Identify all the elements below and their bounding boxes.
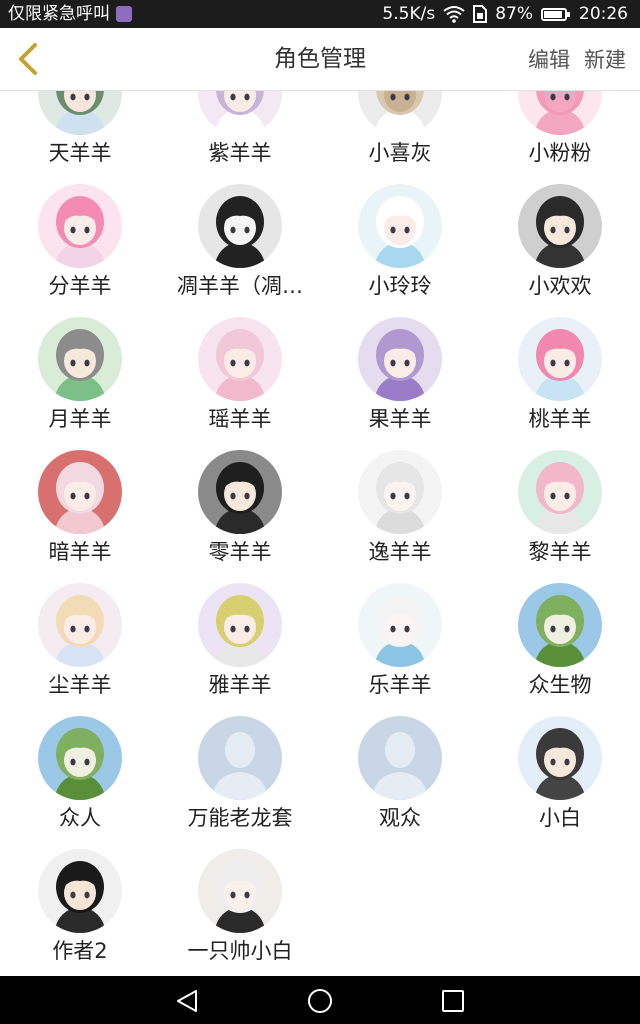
character-item[interactable]: 一只帅小白 (160, 849, 320, 976)
character-item[interactable]: 果羊羊 (320, 317, 480, 450)
character-name: 尘羊羊 (48, 673, 112, 697)
app-notification-icon (116, 6, 132, 22)
character-item[interactable]: 紫羊羊 (160, 91, 320, 184)
character-avatar (38, 583, 122, 667)
character-name: 小白 (539, 806, 581, 830)
character-name: 果羊羊 (368, 407, 432, 431)
character-avatar (358, 450, 442, 534)
wifi-icon (443, 5, 465, 23)
character-avatar (358, 317, 442, 401)
character-item[interactable]: 天羊羊 (0, 91, 160, 184)
character-name: 月羊羊 (48, 407, 112, 431)
character-name: 雅羊羊 (208, 673, 272, 697)
app-header: 角色管理 编辑 新建 (0, 28, 640, 91)
character-name: 暗羊羊 (48, 540, 112, 564)
battery-icon (541, 7, 570, 21)
character-item[interactable]: 凋羊羊（凋… (160, 184, 320, 317)
character-item[interactable]: 分羊羊 (0, 184, 160, 317)
character-name: 万能老龙套 (187, 806, 293, 830)
character-avatar (518, 184, 602, 268)
character-grid: 天羊羊 紫羊羊 小喜灰 小粉粉分羊羊 凋羊羊（凋… 小玲玲 小欢欢月羊羊 瑶羊羊 果羊羊 桃羊羊暗… (0, 91, 640, 976)
character-name: 小粉粉 (528, 141, 592, 165)
character-item[interactable]: 作者2 (0, 849, 160, 976)
character-item[interactable]: 桃羊羊 (480, 317, 640, 450)
character-name: 零羊羊 (208, 540, 272, 564)
character-avatar (198, 450, 282, 534)
character-avatar (358, 583, 442, 667)
character-avatar (358, 91, 442, 135)
network-speed: 5.5K/s (382, 4, 436, 24)
character-avatar (518, 716, 602, 800)
character-avatar (358, 716, 442, 800)
circle-home-icon (308, 989, 332, 1013)
status-bar: 仅限紧急呼叫 5.5K/s 87% 20:26 (0, 0, 640, 28)
character-item[interactable]: 月羊羊 (0, 317, 160, 450)
character-avatar (198, 184, 282, 268)
character-avatar (198, 849, 282, 933)
character-name: 小欢欢 (528, 274, 592, 298)
character-name: 一只帅小白 (187, 939, 293, 963)
character-item[interactable]: 零羊羊 (160, 450, 320, 583)
character-name: 众人 (59, 806, 101, 830)
character-item[interactable]: 小喜灰 (320, 91, 480, 184)
character-avatar (38, 849, 122, 933)
edit-button[interactable]: 编辑 (528, 44, 570, 74)
square-recent-icon (442, 990, 464, 1012)
character-item[interactable]: 小粉粉 (480, 91, 640, 184)
character-name: 观众 (379, 806, 421, 830)
character-item[interactable]: 暗羊羊 (0, 450, 160, 583)
character-avatar (358, 184, 442, 268)
character-avatar (38, 450, 122, 534)
character-name: 逸羊羊 (368, 540, 432, 564)
character-avatar (38, 317, 122, 401)
character-avatar (198, 317, 282, 401)
sim-icon (473, 5, 488, 23)
character-item[interactable]: 众生物 (480, 583, 640, 716)
nav-back-button[interactable] (174, 988, 200, 1014)
character-name: 小玲玲 (368, 274, 432, 298)
triangle-back-icon (177, 990, 197, 1012)
character-item[interactable]: 瑶羊羊 (160, 317, 320, 450)
character-avatar (38, 91, 122, 135)
character-name: 桃羊羊 (528, 407, 592, 431)
character-item[interactable]: 万能老龙套 (160, 716, 320, 849)
character-avatar (518, 317, 602, 401)
character-avatar (518, 450, 602, 534)
character-avatar (198, 716, 282, 800)
character-item[interactable]: 雅羊羊 (160, 583, 320, 716)
nav-home-button[interactable] (307, 988, 333, 1014)
character-avatar (518, 583, 602, 667)
navigation-bar (0, 976, 640, 1024)
character-item[interactable]: 尘羊羊 (0, 583, 160, 716)
character-name: 众生物 (528, 673, 592, 697)
character-name: 紫羊羊 (208, 141, 272, 165)
character-item[interactable]: 观众 (320, 716, 480, 849)
character-name: 小喜灰 (368, 141, 432, 165)
character-name: 黎羊羊 (528, 540, 592, 564)
new-button[interactable]: 新建 (584, 44, 626, 74)
clock: 20:26 (579, 4, 628, 24)
character-avatar (38, 184, 122, 268)
character-name: 凋羊羊（凋… (177, 274, 303, 298)
character-name: 瑶羊羊 (208, 407, 272, 431)
character-avatar (38, 716, 122, 800)
character-item[interactable]: 乐羊羊 (320, 583, 480, 716)
character-item[interactable]: 众人 (0, 716, 160, 849)
character-name: 作者2 (52, 939, 108, 963)
character-avatar (198, 583, 282, 667)
character-item[interactable]: 逸羊羊 (320, 450, 480, 583)
character-item[interactable]: 小白 (480, 716, 640, 849)
character-name: 乐羊羊 (368, 673, 432, 697)
nav-recent-button[interactable] (440, 988, 466, 1014)
character-avatar (518, 91, 602, 135)
character-name: 分羊羊 (48, 274, 112, 298)
carrier-text: 仅限紧急呼叫 (8, 4, 110, 24)
battery-percent: 87% (495, 4, 533, 24)
character-avatar (198, 91, 282, 135)
character-item[interactable]: 小欢欢 (480, 184, 640, 317)
character-item[interactable]: 黎羊羊 (480, 450, 640, 583)
character-name: 天羊羊 (48, 141, 112, 165)
character-item[interactable]: 小玲玲 (320, 184, 480, 317)
